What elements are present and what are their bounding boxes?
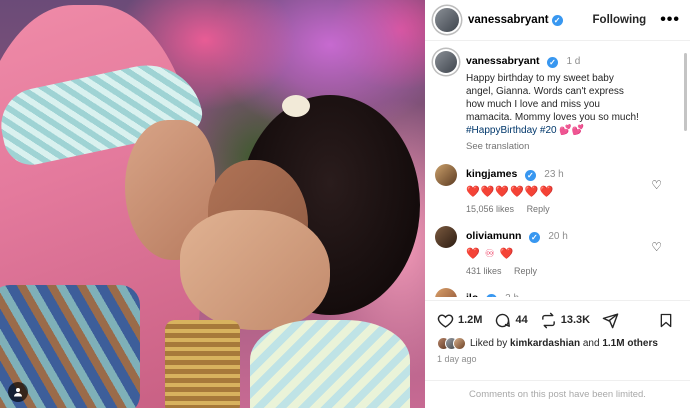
comment-time: 20 h [548,231,568,242]
comments-list[interactable]: vanessabryant ✓ 1 d Happy birthday to my… [425,41,690,297]
post-side-panel: vanessabryant ✓ Following ••• vanessabry… [425,0,690,408]
following-button[interactable]: Following [593,14,647,26]
comment-username[interactable]: jlo [466,292,478,297]
post-photo[interactable] [0,0,425,408]
repost-count: 13.3K [560,314,591,326]
caption-text: Happy birthday to my sweet baby angel, G… [466,72,641,137]
comments-scrollbar[interactable] [684,53,687,131]
author-avatar[interactable] [435,8,459,32]
comment-username[interactable]: kingjames [466,168,517,180]
reply-button[interactable]: Reply [514,266,537,276]
comment-text: ❤️ ♾ ❤️ [466,248,515,260]
comment-likes[interactable]: 431 likes [466,266,502,276]
comment-username[interactable]: oliviamunn [466,230,521,242]
like-button[interactable]: 1.2M [437,312,482,329]
bookmark-icon [660,313,672,327]
caption-time: 1 d [566,56,581,67]
verified-badge-icon: ✓ [485,294,497,297]
liked-by-user[interactable]: kimkardashian [510,338,580,349]
share-button[interactable] [602,312,623,329]
comment-button[interactable]: 44 [494,312,528,329]
comment-text: ❤️❤️❤️❤️❤️❤️ [466,186,555,198]
post-timestamp[interactable]: 1 day ago [437,354,678,364]
comment-row: oliviamunn ✓ 20 h ❤️ ♾ ❤️ 431 likes Repl… [435,226,678,276]
verified-badge-icon: ✓ [528,232,540,243]
verified-badge-icon: ✓ [547,57,558,68]
comment-avatar[interactable] [435,164,457,186]
post-actions: 1.2M 44 13.3K Liked by kimkardashian and… [425,300,690,364]
liker-avatar [453,337,466,350]
like-count: 1.2M [458,314,483,326]
verified-badge-icon: ✓ [524,170,536,181]
caption-hashtags[interactable]: #HappyBirthday #20 [466,125,557,136]
caption-avatar[interactable] [435,51,457,73]
photo-region-bangles [165,320,240,408]
repost-button[interactable]: 13.3K [540,312,590,329]
comment-avatar[interactable] [435,288,457,297]
verified-badge-icon: ✓ [551,14,563,26]
share-icon [602,312,619,328]
caption-username[interactable]: vanessabryant [466,55,540,67]
comment-time: 2 h [505,293,519,297]
heart-icon[interactable]: ♡ [651,178,662,192]
comment-count: 44 [515,314,528,326]
photo-region-dress [250,320,410,408]
heart-icon[interactable]: ♡ [651,240,662,254]
caption-body: Happy birthday to my sweet baby angel, G… [466,73,639,123]
heart-icon [437,313,454,328]
more-options-icon[interactable]: ••• [660,12,680,28]
comment-row: jlo ✓ 2 h ❤️❤️ ♡ [435,288,678,297]
reply-button[interactable]: Reply [527,204,550,214]
liked-by-summary: Liked by kimkardashian and 1.1M others [437,337,678,350]
author-username[interactable]: vanessabryant [468,14,549,26]
liked-by-avatars[interactable] [437,337,466,350]
repost-icon [541,312,555,328]
liked-by-and: and [582,338,600,349]
post-header: vanessabryant ✓ Following ••• [425,0,690,41]
photo-region-hand [180,210,330,330]
comment-avatar[interactable] [435,226,457,248]
caption-row: vanessabryant ✓ 1 d Happy birthday to my… [435,51,678,152]
photo-region-flower [282,95,310,117]
save-button[interactable] [658,312,678,329]
comment-likes[interactable]: 15,056 likes [466,204,514,214]
liked-by-prefix: Liked by [470,338,508,349]
comment-icon [496,313,511,327]
people-icon[interactable] [8,382,28,402]
comments-limited-notice: Comments on this post have been limited. [425,380,690,408]
comment-row: kingjames ✓ 23 h ❤️❤️❤️❤️❤️❤️ 15,056 lik… [435,164,678,214]
liked-by-others[interactable]: 1.1M others [602,338,658,349]
caption-emoji: 💕💕 [559,125,585,136]
see-translation-link[interactable]: See translation [466,141,678,152]
comment-time: 23 h [544,169,564,180]
